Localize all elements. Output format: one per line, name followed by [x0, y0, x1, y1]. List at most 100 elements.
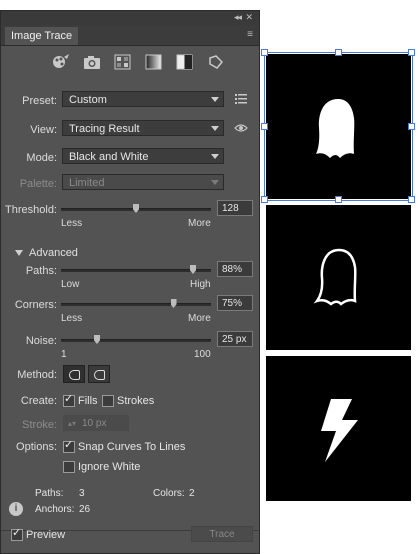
outline-icon[interactable] [206, 53, 226, 71]
chevron-down-icon [209, 150, 221, 162]
grayscale-icon[interactable] [144, 53, 164, 71]
fills-label: Fills [78, 395, 98, 407]
method-abutting-button[interactable] [63, 365, 85, 383]
threshold-min-label: Less [61, 218, 83, 229]
stats-paths-label: Paths: [35, 488, 64, 499]
options-label: Options: [16, 441, 57, 453]
stats-anchors-value: 26 [79, 504, 91, 515]
method-label: Method: [17, 369, 57, 381]
selection-bounding-box[interactable] [261, 49, 415, 203]
preset-dropdown[interactable]: Custom [62, 91, 224, 107]
eye-icon[interactable] [234, 121, 248, 138]
resize-handle[interactable] [408, 196, 415, 203]
ignore-white-label: Ignore White [78, 461, 141, 473]
paths-slider[interactable] [61, 265, 211, 274]
resize-handle[interactable] [261, 49, 268, 56]
abutting-icon [69, 370, 80, 380]
palette-value: Limited [69, 177, 105, 189]
paths-input[interactable]: 88% [217, 261, 253, 277]
paths-min-label: Low [61, 279, 80, 290]
view-label: View: [30, 124, 57, 136]
corners-slider-thumb[interactable] [170, 299, 177, 308]
strokes-label: Strokes [117, 395, 155, 407]
resize-handle[interactable] [408, 123, 415, 130]
palette-label: Palette: [19, 178, 57, 190]
info-icon: i [9, 502, 23, 516]
disclosure-triangle-icon [15, 250, 23, 257]
threshold-input[interactable]: 128 [217, 200, 253, 216]
noise-input[interactable]: 25 px [217, 331, 253, 347]
advanced-section-toggle[interactable]: Advanced [15, 247, 78, 259]
stepper-icon: ▴▾ [68, 419, 77, 428]
stats-colors-label: Colors: [153, 488, 185, 499]
mode-dropdown[interactable]: Black and White [62, 148, 224, 164]
chevron-down-icon [209, 122, 221, 134]
snap-curves-label: Snap Curves To Lines [78, 441, 186, 453]
corners-label: Corners: [14, 299, 57, 311]
stats-paths-value: 3 [79, 488, 85, 499]
preset-list-icon[interactable] [234, 91, 248, 108]
create-label: Create: [20, 395, 57, 407]
image-trace-panel: ◂◂ ✕ Image Trace ≡ Preset: Custom View: … [0, 10, 260, 554]
trace-button: Trace [191, 526, 253, 542]
chevron-down-icon [209, 176, 221, 188]
noise-slider[interactable] [61, 335, 211, 344]
mode-value: Black and White [69, 151, 149, 163]
panel-titlebar[interactable]: ◂◂ ✕ [1, 11, 259, 25]
ghost-outline-shape [313, 248, 357, 306]
collapse-icon[interactable]: ◂◂ [234, 12, 242, 23]
camera-icon[interactable] [82, 53, 102, 71]
threshold-label: Threshold: [5, 204, 57, 216]
snap-curves-checkbox[interactable] [63, 438, 75, 453]
resize-handle[interactable] [261, 196, 268, 203]
noise-slider-thumb[interactable] [94, 335, 100, 344]
corners-max-label: More [188, 313, 211, 324]
preset-value: Custom [69, 94, 107, 106]
resize-handle[interactable] [335, 196, 342, 203]
stroke-input: ▴▾ 10 px [63, 415, 129, 431]
threshold-slider-thumb[interactable] [133, 204, 139, 213]
stats-colors-value: 2 [189, 488, 195, 499]
preview-label: Preview [26, 529, 66, 541]
traced-image-ghost-outline[interactable] [266, 205, 411, 350]
paths-label: Paths: [25, 265, 57, 277]
stats-anchors-label: Anchors: [35, 504, 75, 515]
fills-checkbox[interactable] [63, 392, 75, 407]
stroke-value: 10 px [82, 418, 107, 429]
black-white-icon[interactable] [175, 53, 195, 71]
ignore-white-checkbox[interactable] [63, 461, 75, 473]
paths-slider-thumb[interactable] [190, 265, 196, 274]
tab-image-trace[interactable]: Image Trace [5, 27, 79, 45]
overlapping-icon [94, 370, 105, 380]
stroke-label: Stroke: [22, 419, 57, 431]
view-dropdown[interactable]: Tracing Result [62, 120, 224, 136]
threshold-max-label: More [188, 218, 211, 229]
preset-label: Preset: [22, 95, 57, 107]
threshold-slider[interactable] [61, 204, 211, 213]
paths-max-label: High [190, 279, 211, 290]
mode-label: Mode: [26, 152, 57, 164]
panel-menu-icon[interactable]: ≡ [247, 29, 253, 40]
panel-tabbar: Image Trace ≡ [1, 25, 259, 46]
resize-handle[interactable] [408, 49, 415, 56]
palette-dropdown: Limited [62, 174, 224, 190]
view-value: Tracing Result [69, 123, 140, 135]
method-overlapping-button[interactable] [88, 365, 110, 383]
traced-image-lightning[interactable] [266, 356, 411, 501]
corners-slider[interactable] [61, 299, 211, 308]
preview-checkbox[interactable] [11, 526, 23, 541]
noise-min-label: 1 [61, 349, 67, 360]
auto-color-icon[interactable] [51, 53, 71, 71]
chevron-down-icon [209, 93, 221, 105]
noise-label: Noise: [25, 335, 57, 347]
lightning-bolt-shape [321, 399, 358, 462]
low-color-icon[interactable] [113, 53, 133, 71]
corners-input[interactable]: 75% [217, 295, 253, 311]
corners-min-label: Less [61, 313, 83, 324]
close-icon[interactable]: ✕ [245, 12, 253, 23]
advanced-title: Advanced [29, 247, 78, 259]
resize-handle[interactable] [261, 123, 268, 130]
preset-icon-bar [51, 53, 234, 75]
strokes-checkbox[interactable] [102, 395, 114, 407]
resize-handle[interactable] [335, 49, 342, 56]
